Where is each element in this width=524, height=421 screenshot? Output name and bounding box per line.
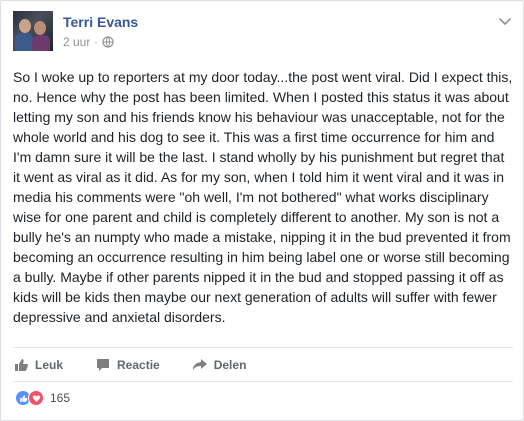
share-button[interactable]: Delen — [192, 357, 247, 373]
share-label: Delen — [213, 358, 247, 372]
globe-icon[interactable] — [102, 36, 114, 48]
like-label: Leuk — [35, 358, 64, 372]
post-header: Terri Evans 2 uur · — [13, 11, 513, 55]
avatar[interactable] — [13, 11, 53, 51]
love-icon — [28, 390, 44, 406]
comment-icon — [97, 359, 110, 371]
post-meta: 2 uur · — [63, 35, 114, 49]
like-button[interactable]: Leuk — [13, 357, 63, 373]
post-card: Terri Evans 2 uur · So I woke up to repo… — [0, 0, 524, 421]
comment-button[interactable]: Reactie — [95, 357, 160, 373]
meta-separator: · — [94, 36, 98, 48]
share-icon — [192, 359, 207, 370]
thumbs-up-icon — [15, 359, 29, 371]
reaction-count: 165 — [50, 391, 71, 405]
post-text: So I woke up to reporters at my door tod… — [13, 69, 513, 325]
actions-divider-top — [13, 347, 513, 348]
post-time[interactable]: 2 uur — [63, 35, 90, 49]
actions-divider-bottom — [13, 381, 513, 382]
post-actions: Leuk Reactie Delen — [13, 351, 278, 379]
chevron-down-icon[interactable] — [497, 13, 513, 29]
author-name[interactable]: Terri Evans — [63, 14, 138, 30]
comment-label: Reactie — [117, 358, 160, 372]
reactions-summary[interactable]: 165 — [15, 390, 70, 406]
